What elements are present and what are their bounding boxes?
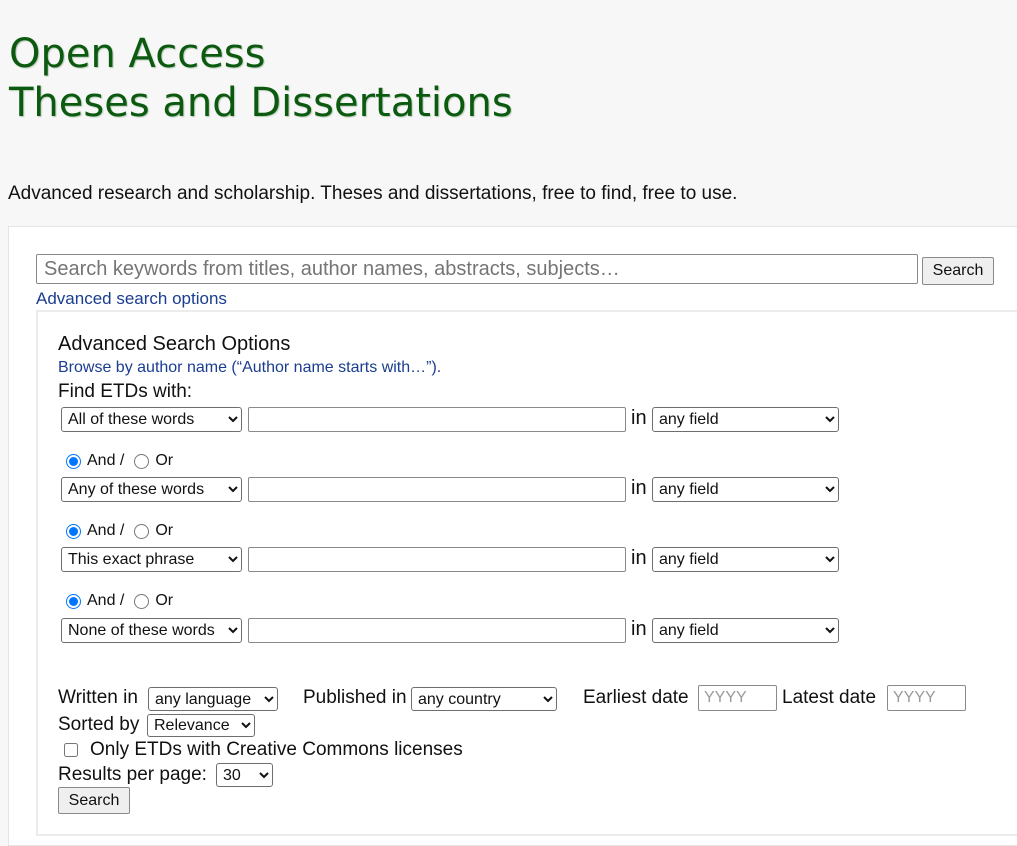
latest-date-input[interactable] xyxy=(887,685,966,711)
field-select-1[interactable]: any field xyxy=(652,407,839,432)
earliest-date-label: Earliest date xyxy=(583,687,689,708)
search-term-input-1[interactable] xyxy=(248,407,626,432)
site-title: Open Access Theses and Dissertations xyxy=(9,30,513,128)
and-radio-3[interactable] xyxy=(66,593,81,609)
sorted-by-label: Sorted by xyxy=(58,714,140,735)
earliest-date-input[interactable] xyxy=(698,685,777,711)
language-select[interactable]: any language xyxy=(148,687,278,711)
or-label-2: Or xyxy=(155,522,174,539)
latest-date-label: Latest date xyxy=(782,687,877,708)
match-type-select-1[interactable]: All of these words xyxy=(61,407,242,432)
and-label-1: And / xyxy=(87,452,125,469)
browse-by-author-link[interactable]: Browse by author name (“Author name star… xyxy=(58,359,441,377)
or-radio-2[interactable] xyxy=(134,523,150,539)
in-label-3: in xyxy=(631,547,647,569)
search-term-input-3[interactable] xyxy=(248,547,626,572)
or-radio-3[interactable] xyxy=(134,593,150,609)
in-label-1: in xyxy=(631,407,647,429)
field-select-2[interactable]: any field xyxy=(652,477,839,502)
results-per-page-label: Results per page: xyxy=(58,764,207,785)
field-select-4[interactable]: any field xyxy=(652,618,839,643)
published-in-label: Published in xyxy=(303,687,407,708)
find-etds-label: Find ETDs with: xyxy=(58,381,193,402)
search-input[interactable] xyxy=(36,254,918,284)
creative-commons-checkbox[interactable] xyxy=(64,743,78,757)
search-button[interactable]: Search xyxy=(922,257,994,285)
and-radio-1[interactable] xyxy=(66,453,81,469)
boolean-operator-3: And / Or xyxy=(64,590,181,612)
and-label-2: And / xyxy=(87,522,125,539)
search-term-input-2[interactable] xyxy=(248,477,626,502)
boolean-operator-1: And / Or xyxy=(64,450,181,472)
and-label-3: And / xyxy=(87,592,125,609)
match-type-select-4[interactable]: None of these words xyxy=(61,618,242,643)
creative-commons-filter: Only ETDs with Creative Commons licenses xyxy=(62,739,463,761)
results-per-page-select[interactable]: 30 xyxy=(216,763,273,787)
or-label-3: Or xyxy=(155,592,174,609)
advanced-search-heading: Advanced Search Options xyxy=(58,333,291,355)
sort-select[interactable]: Relevance xyxy=(147,714,255,737)
match-type-select-3[interactable]: This exact phrase xyxy=(61,547,242,572)
in-label-4: in xyxy=(631,618,647,640)
tagline: Advanced research and scholarship. These… xyxy=(8,183,738,204)
or-radio-1[interactable] xyxy=(134,453,150,469)
and-radio-2[interactable] xyxy=(66,523,81,539)
or-label-1: Or xyxy=(155,452,174,469)
site-title-line1: Open Access xyxy=(9,31,266,77)
search-term-input-4[interactable] xyxy=(248,618,626,643)
site-title-line2: Theses and Dissertations xyxy=(9,80,513,126)
in-label-2: in xyxy=(631,477,647,499)
written-in-label: Written in xyxy=(58,687,138,708)
field-select-3[interactable]: any field xyxy=(652,547,839,572)
country-select[interactable]: any country xyxy=(411,687,557,711)
advanced-search-button[interactable]: Search xyxy=(58,787,130,814)
creative-commons-label: Only ETDs with Creative Commons licenses xyxy=(90,739,463,760)
match-type-select-2[interactable]: Any of these words xyxy=(61,477,242,502)
boolean-operator-2: And / Or xyxy=(64,520,181,542)
advanced-search-link[interactable]: Advanced search options xyxy=(36,289,227,309)
